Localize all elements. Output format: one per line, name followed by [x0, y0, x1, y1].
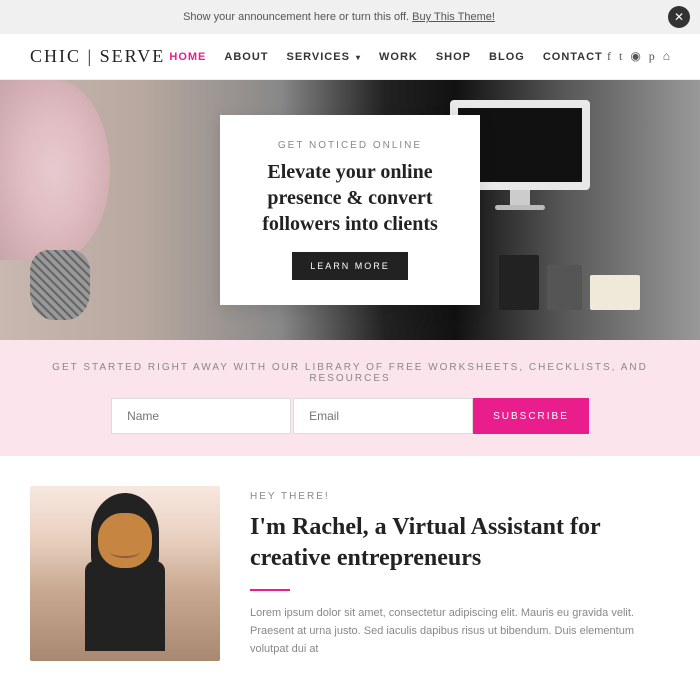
- logo[interactable]: CHIC | SERVE: [30, 46, 165, 67]
- nav-item-shop[interactable]: SHOP: [436, 51, 471, 63]
- rss-icon[interactable]: ⌂: [663, 49, 670, 64]
- about-subtitle: HEY THERE!: [250, 491, 670, 502]
- subscribe-section: GET STARTED RIGHT AWAY WITH OUR LIBRARY …: [0, 340, 700, 456]
- person-smile: [110, 546, 140, 558]
- hero-notepad: [590, 275, 640, 310]
- about-image: [30, 486, 220, 661]
- instagram-icon[interactable]: ◉: [630, 49, 640, 64]
- hero-section: GET NOTICED ONLINE Elevate your online p…: [0, 80, 700, 340]
- person-face: [98, 513, 152, 568]
- subscribe-label: GET STARTED RIGHT AWAY WITH OUR LIBRARY …: [30, 362, 670, 384]
- about-body: Lorem ipsum dolor sit amet, consectetur …: [250, 605, 670, 658]
- about-title: I'm Rachel, a Virtual Assistant for crea…: [250, 512, 670, 574]
- main-nav: HOME ABOUT SERVICES ▾ WORK SHOP BLOG CON…: [169, 51, 602, 63]
- person-illustration: [60, 501, 190, 661]
- about-section: HEY THERE! I'm Rachel, a Virtual Assista…: [0, 456, 700, 681]
- facebook-icon[interactable]: f: [607, 49, 611, 64]
- hero-flowers: [0, 80, 110, 260]
- hero-desk-items: [499, 255, 640, 310]
- subscribe-button[interactable]: SUBSCRIBE: [473, 398, 589, 434]
- logo-text: CHIC | SERVE: [30, 46, 165, 66]
- nav-item-services[interactable]: SERVICES ▾: [287, 51, 362, 63]
- person-head: [95, 501, 155, 566]
- person-body: [85, 561, 165, 651]
- hero-book2: [547, 265, 582, 310]
- hero-card-title: Elevate your online presence & convert f…: [255, 159, 445, 237]
- about-content: HEY THERE! I'm Rachel, a Virtual Assista…: [250, 486, 670, 658]
- close-icon[interactable]: ✕: [668, 6, 690, 28]
- header: CHIC | SERVE HOME ABOUT SERVICES ▾ WORK …: [0, 34, 700, 80]
- hero-card: GET NOTICED ONLINE Elevate your online p…: [220, 115, 480, 305]
- hero-vase: [30, 250, 90, 320]
- hero-card-subtitle: GET NOTICED ONLINE: [255, 140, 445, 151]
- name-input[interactable]: [111, 398, 291, 434]
- monitor-stand: [510, 190, 530, 205]
- announcement-link[interactable]: Buy This Theme!: [412, 11, 495, 23]
- about-divider: [250, 589, 290, 591]
- nav-item-home[interactable]: HOME: [169, 51, 206, 63]
- twitter-icon[interactable]: t: [619, 49, 622, 64]
- subscribe-form: SUBSCRIBE: [30, 398, 670, 434]
- hero-cta-button[interactable]: LEARN MORE: [292, 252, 408, 280]
- monitor-base: [495, 205, 545, 210]
- hero-book: [499, 255, 539, 310]
- nav-item-blog[interactable]: BLOG: [489, 51, 525, 63]
- email-input[interactable]: [293, 398, 473, 434]
- nav-item-contact[interactable]: CONTACT: [543, 51, 603, 63]
- announcement-bar: Show your announcement here or turn this…: [0, 0, 700, 34]
- announcement-text: Show your announcement here or turn this…: [183, 11, 495, 23]
- nav-item-work[interactable]: WORK: [379, 51, 418, 63]
- nav-item-about[interactable]: ABOUT: [224, 51, 268, 63]
- pinterest-icon[interactable]: p: [649, 49, 655, 64]
- social-icons: f t ◉ p ⌂: [607, 49, 670, 64]
